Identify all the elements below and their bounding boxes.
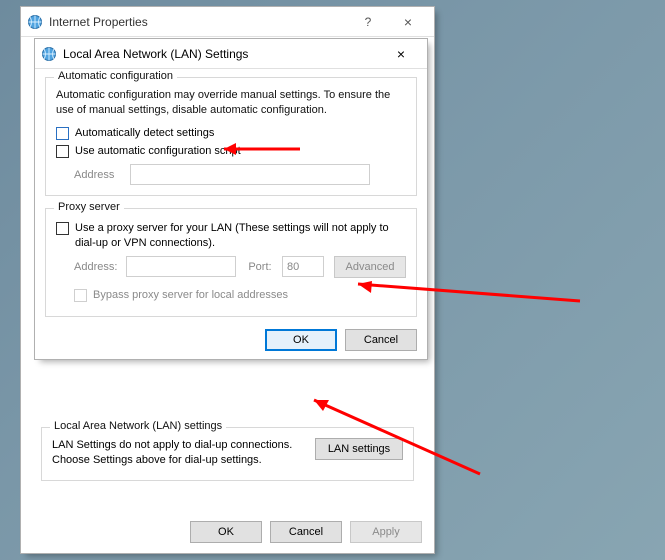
use-proxy-checkbox[interactable]	[56, 222, 69, 235]
cancel-button[interactable]: Cancel	[345, 329, 417, 351]
cancel-button[interactable]: Cancel	[270, 521, 342, 543]
lan-settings-group: Local Area Network (LAN) settings LAN Se…	[41, 427, 414, 481]
globe-icon	[27, 14, 43, 30]
lan-settings-legend: Local Area Network (LAN) settings	[50, 420, 226, 432]
proxy-address-label: Address:	[74, 261, 126, 273]
ok-button[interactable]: OK	[190, 521, 262, 543]
lan-settings-button[interactable]: LAN settings	[315, 438, 403, 460]
auto-detect-label: Automatically detect settings	[75, 126, 214, 140]
auto-address-label: Address	[74, 169, 130, 181]
lan-dialog-body: Automatic configuration Automatic config…	[35, 69, 427, 359]
internet-properties-titlebar[interactable]: Internet Properties ? ×	[21, 7, 434, 37]
internet-properties-buttons: OK Cancel Apply	[21, 521, 422, 543]
ok-button[interactable]: OK	[265, 329, 337, 351]
lan-settings-dialog: Local Area Network (LAN) Settings × Auto…	[34, 38, 428, 360]
advanced-button[interactable]: Advanced	[334, 256, 406, 278]
bypass-local-label: Bypass proxy server for local addresses	[93, 288, 288, 302]
lan-dialog-title: Local Area Network (LAN) Settings	[63, 47, 381, 61]
close-button[interactable]: ×	[388, 11, 428, 33]
proxy-address-input[interactable]	[126, 256, 236, 277]
lan-settings-desc: LAN Settings do not apply to dial-up con…	[52, 438, 305, 468]
internet-properties-title: Internet Properties	[49, 15, 348, 29]
help-button[interactable]: ?	[348, 11, 388, 33]
bypass-local-checkbox[interactable]	[74, 289, 87, 302]
use-proxy-label: Use a proxy server for your LAN (These s…	[75, 221, 406, 250]
lan-dialog-titlebar[interactable]: Local Area Network (LAN) Settings ×	[35, 39, 427, 69]
globe-icon	[41, 46, 57, 62]
automatic-configuration-desc: Automatic configuration may override man…	[56, 88, 406, 118]
automatic-configuration-legend: Automatic configuration	[54, 70, 177, 82]
close-button[interactable]: ×	[381, 43, 421, 65]
automatic-configuration-group: Automatic configuration Automatic config…	[45, 77, 417, 196]
proxy-server-legend: Proxy server	[54, 201, 124, 213]
proxy-server-group: Proxy server Use a proxy server for your…	[45, 208, 417, 317]
auto-script-checkbox[interactable]	[56, 145, 69, 158]
proxy-port-input[interactable]	[282, 256, 324, 277]
auto-address-input[interactable]	[130, 164, 370, 185]
auto-script-label: Use automatic configuration script	[75, 144, 241, 158]
auto-detect-checkbox[interactable]	[56, 127, 69, 140]
apply-button[interactable]: Apply	[350, 521, 422, 543]
proxy-port-label: Port:	[248, 261, 282, 273]
lan-dialog-buttons: OK Cancel	[45, 329, 417, 351]
